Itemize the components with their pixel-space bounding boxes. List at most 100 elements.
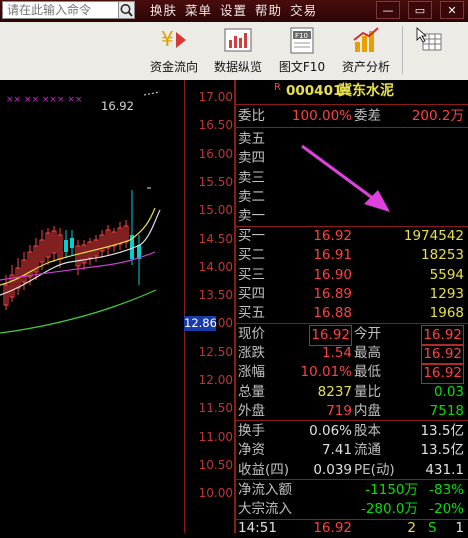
- stat-row: 总量 8237 量比 0.03: [236, 383, 468, 402]
- price-tick: 13.50: [198, 288, 233, 303]
- weibi-value: 100.00%: [291, 108, 352, 124]
- fund-label: 净资: [238, 442, 265, 459]
- price-tick: 11.50: [198, 401, 233, 416]
- bar-growth-icon: [353, 27, 379, 52]
- fundamental-row: 收益(四) 0.039 PE(动) 431.1: [236, 461, 468, 480]
- stat-label: 内盘: [354, 402, 381, 419]
- fund-label: 换手: [238, 423, 265, 439]
- f10-doc-icon: F10: [290, 27, 314, 54]
- stat-row: 外盘 719 内盘 7518: [236, 402, 468, 421]
- chart-board-icon: [224, 28, 252, 52]
- buy-volume: 1974542: [403, 228, 464, 244]
- buy-row[interactable]: 买四 16.89 1293: [236, 285, 468, 304]
- buy-label: 买四: [238, 285, 265, 302]
- net-flow-row: 净流入额 -1150万 -83%: [236, 481, 468, 500]
- menu-settings[interactable]: 设置: [216, 2, 251, 20]
- buy-price: 16.88: [313, 305, 352, 322]
- tool-f10[interactable]: F10 图文F10: [272, 26, 332, 78]
- stat-label: 涨幅: [238, 364, 265, 381]
- kline-canvas: ×× ×× ××× ××: [0, 91, 161, 334]
- menu-trade[interactable]: 交易: [286, 2, 321, 20]
- tick-count: 1: [455, 520, 464, 536]
- tool-fund-flow[interactable]: ¥ 资金流向: [144, 26, 204, 78]
- stat-value: 16.92: [421, 344, 464, 366]
- price-tick: 10.00: [198, 486, 233, 501]
- buy-price: 16.91: [313, 247, 352, 264]
- tool-grid[interactable]: [410, 26, 450, 78]
- yen-flow-icon: ¥: [161, 27, 186, 51]
- tool-f10-label: 图文F10: [278, 60, 326, 74]
- kline-markers: ×× ×× ××× ××: [6, 95, 82, 105]
- tick-row[interactable]: 14:51 16.92 2 S 1: [236, 519, 468, 538]
- command-input[interactable]: [2, 1, 124, 19]
- price-tick: 14.00: [198, 259, 233, 274]
- stat-label: 涨跌: [238, 345, 265, 362]
- fund-label: 收益(四): [238, 461, 290, 478]
- divider: [236, 323, 468, 324]
- search-button[interactable]: [118, 1, 135, 19]
- menu-menu[interactable]: 菜单: [181, 2, 216, 20]
- grid-cursor-icon: [416, 27, 442, 51]
- fund-value: 13.5亿: [420, 423, 464, 439]
- stat-label: 最低: [354, 364, 381, 381]
- price-tick: 10.50: [198, 457, 233, 472]
- stat-value: 8237: [317, 383, 352, 400]
- restore-button[interactable]: ▭: [408, 1, 432, 19]
- buy-row[interactable]: 买一 16.92 1974542: [236, 227, 468, 246]
- stock-name: 冀东水泥: [338, 83, 394, 99]
- close-button[interactable]: ✕: [440, 1, 464, 19]
- fund-value: 7.41: [321, 442, 352, 459]
- stat-value: 16.92: [309, 325, 352, 346]
- buy-price: 16.89: [313, 285, 352, 302]
- stat-label: 现价: [238, 326, 265, 342]
- price-tick: 11.00: [198, 429, 233, 444]
- menu-skin[interactable]: 换肤: [146, 2, 181, 20]
- fund-value: 431.1: [425, 461, 464, 478]
- fund-label: PE(动): [354, 461, 395, 478]
- buy-row[interactable]: 买二 16.91 18253: [236, 246, 468, 265]
- block-flow-value: -280.0万: [360, 501, 418, 517]
- net-flow-pct: -83%: [429, 482, 464, 498]
- fund-value: 13.5亿: [420, 442, 464, 459]
- tool-data-overview[interactable]: 数据纵览: [208, 26, 268, 78]
- ma60-line: [0, 289, 157, 334]
- search-icon: [120, 4, 133, 17]
- block-flow-label: 大宗流入: [238, 501, 292, 517]
- net-flow-label: 净流入额: [238, 482, 292, 498]
- stat-value: 7518: [429, 402, 464, 419]
- title-bar: 换肤 菜单 设置 帮助 交易 — ▭ ✕: [0, 0, 468, 22]
- stat-value: 719: [326, 402, 352, 419]
- buy-label: 买二: [238, 247, 265, 264]
- tool-asset-analysis-label: 资产分析: [341, 60, 390, 74]
- menu-help[interactable]: 帮助: [251, 2, 286, 20]
- tool-fund-flow-label: 资金流向: [149, 60, 198, 74]
- tick-price: 16.92: [313, 520, 352, 536]
- kline-chart[interactable]: ×× ×× ××× ×× 16.92 17.00 16.50 16.00 15.…: [0, 80, 234, 533]
- fund-value: 0.06%: [309, 423, 352, 439]
- minimize-button[interactable]: —: [376, 1, 400, 19]
- buy-price: 16.92: [313, 228, 352, 244]
- stat-row: 现价 16.92 今开 16.92: [236, 325, 468, 346]
- tool-data-overview-label: 数据纵览: [213, 60, 262, 74]
- sell-label: 卖四: [238, 150, 265, 167]
- price-tick: 12.00: [198, 373, 233, 387]
- stat-value: 16.92: [421, 325, 464, 346]
- fundamental-row: 净资 7.41 流通 13.5亿: [236, 441, 468, 460]
- svg-text:F10: F10: [295, 32, 308, 40]
- annotation-arrow: [301, 144, 390, 212]
- block-flow-row: 大宗流入 -280.0万 -20%: [236, 500, 468, 519]
- divider: [236, 479, 468, 480]
- price-tick: 15.50: [198, 174, 233, 189]
- stat-row: 涨幅 10.01% 最低 16.92: [236, 363, 468, 385]
- buy-volume: 5594: [429, 266, 464, 283]
- price-tick: 16.50: [198, 118, 233, 133]
- weicha-label: 委差: [354, 108, 381, 124]
- buy-row[interactable]: 买五 16.88 1968: [236, 304, 468, 323]
- tick-side: S: [428, 520, 437, 536]
- buy-row[interactable]: 买三 16.90 5594: [236, 266, 468, 285]
- main-menu: 换肤 菜单 设置 帮助 交易: [146, 2, 321, 20]
- flag-r: R: [274, 82, 281, 93]
- fundamental-row: 换手 0.06% 股本 13.5亿: [236, 422, 468, 441]
- tool-asset-analysis[interactable]: 资产分析: [336, 26, 396, 78]
- current-price-marker: 12.86: [184, 316, 217, 331]
